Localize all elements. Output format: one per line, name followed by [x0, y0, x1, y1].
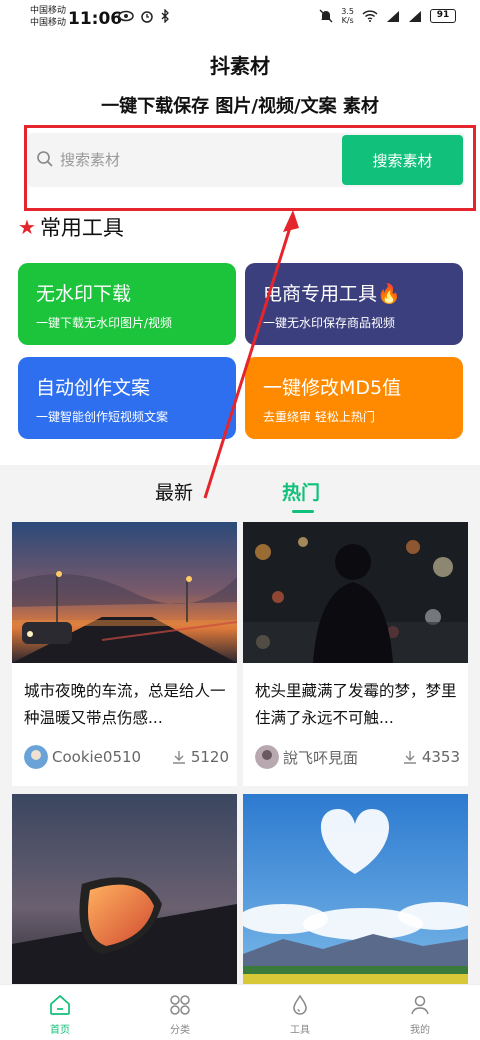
avatar: [24, 745, 48, 769]
download-count: 4353: [421, 748, 460, 766]
signal-icon-1: [387, 11, 399, 22]
search-icon: [37, 151, 53, 167]
signal-icon-2: [409, 11, 421, 22]
tool-subtitle: 一键无水印保存商品视频: [263, 316, 396, 330]
status-bar: 中国移动 中国移动 11:06 3.5 K/s 91: [0, 0, 480, 36]
feed-card[interactable]: 城市夜晚的车流，总是给人一种温暖又带点伤感... Cookie0510 5120: [12, 522, 237, 786]
tool-title: 自动创作文案: [36, 377, 151, 399]
drop-icon: [293, 994, 307, 1015]
author-name: Cookie0510: [52, 748, 142, 766]
active-tab-indicator: [292, 510, 314, 513]
nav-tools[interactable]: 工具: [240, 985, 360, 1040]
feed-card[interactable]: 枕头里藏满了发霉的梦，梦里住满了永远不可触... 說飞吥見面 4353: [243, 522, 468, 786]
card-meta: 說飞吥見面 4353: [255, 744, 460, 770]
carrier-2: 中国移动: [30, 18, 67, 28]
tool-modify-md5[interactable]: 一键修改MD5值 去重绕审 轻松上热门: [245, 357, 463, 439]
battery-icon: 91: [430, 9, 456, 23]
grid-icon: [170, 995, 190, 1015]
tool-subtitle: 一键下载无水印图片/视频: [36, 316, 173, 330]
eye-icon: [118, 10, 134, 22]
user-icon: [411, 995, 429, 1015]
tool-subtitle: 去重绕审 轻松上热门: [263, 410, 375, 424]
net-speed-value: 3.5: [341, 7, 354, 16]
author-name: 說飞吥見面: [283, 748, 359, 767]
home-icon: [50, 994, 70, 1015]
nav-label: 我的: [410, 1025, 430, 1036]
bottom-nav: 首页 分类 工具 我的: [0, 984, 480, 1040]
thumbnail-city-traffic-night: [12, 522, 237, 663]
status-icons-left: [118, 9, 170, 23]
nav-label: 分类: [170, 1025, 190, 1036]
card-meta: Cookie0510 5120: [24, 744, 229, 770]
tool-auto-copywriting[interactable]: 自动创作文案 一键智能创作短视频文案: [18, 357, 236, 439]
nav-mine[interactable]: 我的: [360, 985, 480, 1040]
card-description: 枕头里藏满了发霉的梦，梦里住满了永远不可触...: [255, 682, 457, 727]
star-icon: ★: [18, 215, 36, 239]
tool-title: 无水印下载: [36, 283, 132, 305]
tool-watermark-free-download[interactable]: 无水印下载 一键下载无水印图片/视频: [18, 263, 236, 345]
tab-hot[interactable]: 热门: [282, 478, 320, 505]
carrier-1: 中国移动: [30, 6, 67, 16]
nav-label: 工具: [290, 1025, 310, 1036]
nav-label: 首页: [50, 1025, 70, 1036]
tool-title: 电商专用工具🔥: [263, 283, 401, 305]
feed-card[interactable]: [12, 794, 237, 984]
download-icon: [403, 751, 416, 764]
wifi-icon: [362, 10, 378, 22]
net-speed-unit: K/s: [341, 16, 354, 25]
tools-heading: ★ 常用工具: [18, 212, 124, 242]
app-slogan: 一键下载保存 图片/视频/文案 素材: [101, 96, 379, 117]
search-button[interactable]: 搜索素材: [342, 135, 463, 185]
download-icon: [172, 751, 185, 764]
tool-subtitle: 一键智能创作短视频文案: [36, 410, 169, 424]
thumbnail-heart-cloud-sky: [243, 794, 468, 984]
tool-ecommerce[interactable]: 电商专用工具🔥 一键无水印保存商品视频: [245, 263, 463, 345]
avatar: [255, 745, 279, 769]
carrier-info: 中国移动 中国移动: [30, 5, 66, 29]
tools-heading-label: 常用工具: [39, 216, 124, 240]
feed-card[interactable]: [243, 794, 468, 984]
alarm-icon: [141, 11, 153, 23]
bluetooth-icon: [161, 9, 169, 23]
app-title: 抖素材: [210, 54, 270, 78]
thumbnail-car-mirror-sunset: [12, 794, 237, 984]
network-speed: 3.5 K/s: [341, 7, 354, 25]
search-input[interactable]: [60, 133, 330, 187]
tab-latest[interactable]: 最新: [155, 478, 193, 505]
clock: 11:06: [68, 9, 123, 29]
nav-category[interactable]: 分类: [120, 985, 240, 1040]
status-icons-right: 3.5 K/s 91: [319, 7, 456, 25]
nav-home[interactable]: 首页: [0, 985, 120, 1040]
thumbnail-person-silhouette-bokeh: [243, 522, 468, 663]
download-count: 5120: [190, 748, 229, 766]
card-description: 城市夜晚的车流，总是给人一种温暖又带点伤感...: [24, 682, 226, 727]
mute-icon: [319, 9, 333, 23]
tool-title: 一键修改MD5值: [263, 377, 402, 399]
